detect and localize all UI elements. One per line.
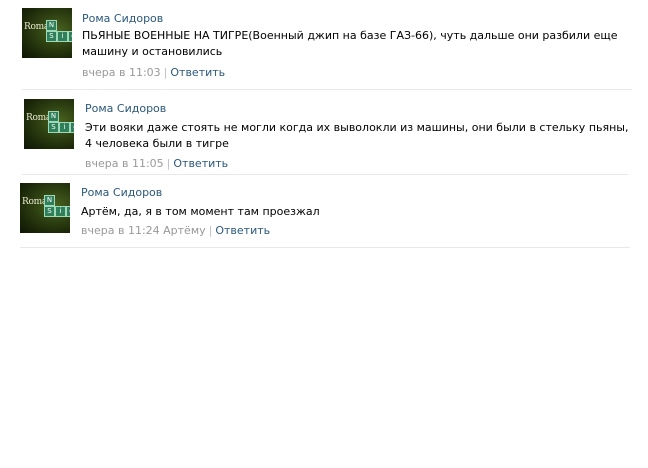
comment-divider [22,174,628,175]
reply-link[interactable]: Ответить [215,224,270,237]
meta-separator: | [208,224,213,237]
comment-author-link[interactable]: Рома Сидоров [81,186,162,199]
comment-timestamp[interactable]: вчера в 11:05 [85,157,164,170]
avatar[interactable]: Roma N S i d [20,183,70,233]
avatar-tile: i [57,31,68,42]
comment-text-line: машину и остановились [82,45,223,58]
avatar[interactable]: Roma N S i d [24,99,74,149]
reply-link[interactable]: Ответить [170,66,225,79]
meta-separator: | [166,157,171,170]
avatar-tile: S [44,206,55,217]
comment-timestamp[interactable]: вчера в 11:03 [82,66,161,79]
comment-divider [22,89,632,90]
reply-link[interactable]: Ответить [173,157,228,170]
avatar-tile: d [66,206,70,217]
avatar-tile: i [55,206,66,217]
comment-timestamp[interactable]: вчера в 11:24 Артёму [81,224,206,237]
avatar-tile: i [59,122,70,133]
avatar-tile: d [68,31,72,42]
avatar-tile: S [46,31,57,42]
comment-text-line: Артём, да, я в том момент там проезжал [81,205,320,218]
avatar-tile: S [48,122,59,133]
comment-author-link[interactable]: Рома Сидоров [82,12,163,25]
meta-separator: | [163,66,168,79]
avatar-tile: N [46,20,57,31]
comment-author-link[interactable]: Рома Сидоров [85,102,166,115]
comment-text-line: Эти вояки даже стоять не могли когда их … [85,121,629,134]
avatar-tile: d [70,122,74,133]
comment-meta: вчера в 11:24 Артёму | Ответить [81,224,270,237]
comment-text-line: ПЬЯНЫЕ ВОЕННЫЕ НА ТИГРЕ(Военный джип на … [82,29,618,42]
comment-text-line: 4 человека были в тигре [85,137,229,150]
comment-divider [20,247,630,248]
comment-meta: вчера в 11:03 | Ответить [82,66,225,79]
avatar-tile: N [48,111,59,122]
avatar[interactable]: Roma N S i d [22,8,72,58]
comment-meta: вчера в 11:05 | Ответить [85,157,228,170]
avatar-tile: N [44,195,55,206]
